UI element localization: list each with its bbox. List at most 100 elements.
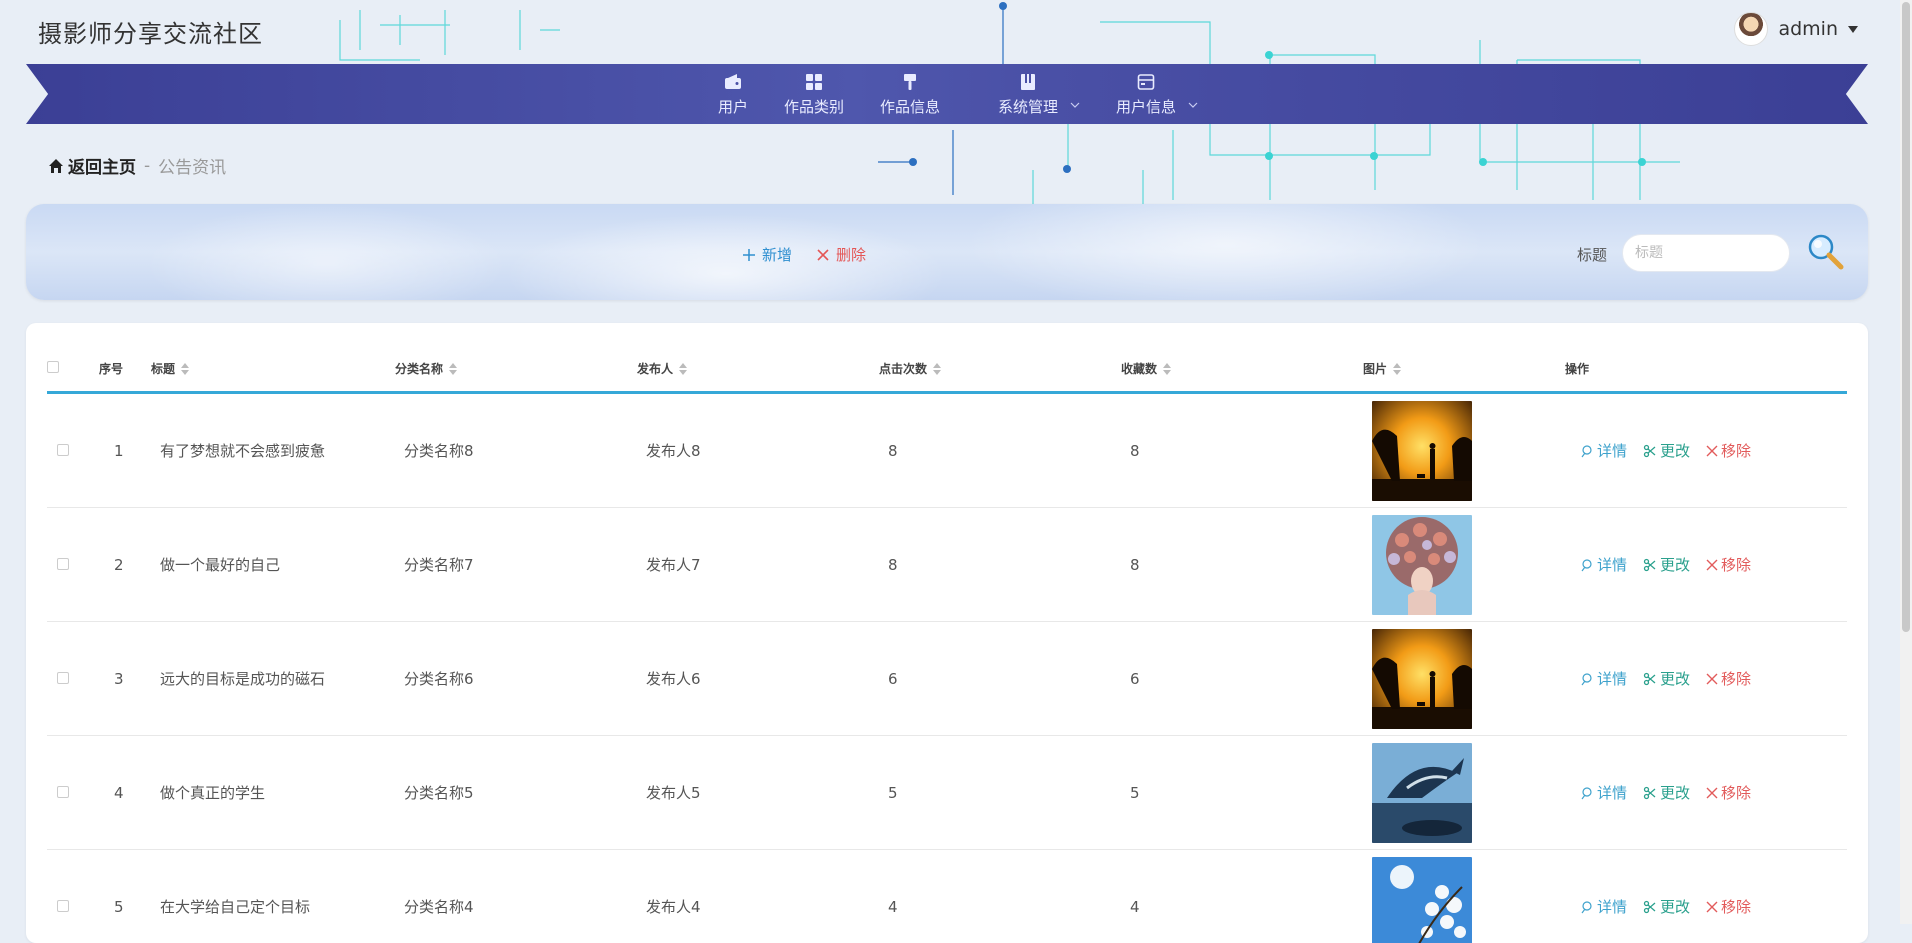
user-menu[interactable]: admin: [1734, 12, 1858, 46]
nav-item-work-categories[interactable]: 作品类别: [770, 64, 858, 124]
sort-icon[interactable]: [679, 363, 687, 375]
remove-button[interactable]: 移除: [1706, 782, 1751, 803]
breadcrumb-home-label: 返回主页: [68, 153, 136, 178]
cell-actions: 详情 更改 移除: [1564, 736, 1847, 850]
user-name[interactable]: admin: [1778, 18, 1838, 40]
row-checkbox[interactable]: [57, 900, 69, 912]
column-header-publisher[interactable]: 发布人: [636, 345, 878, 393]
cell-title: 有了梦想就不会感到疲惫: [150, 393, 394, 508]
column-header-clicks[interactable]: 点击次数: [878, 345, 1120, 393]
column-header-title[interactable]: 标题: [150, 345, 394, 393]
detail-button[interactable]: 详情: [1580, 668, 1627, 689]
edit-button[interactable]: 更改: [1643, 554, 1690, 575]
remove-button[interactable]: 移除: [1706, 668, 1751, 689]
cell-clicks: 5: [878, 736, 1120, 850]
thumbnail-image[interactable]: [1372, 857, 1472, 943]
detail-icon: [1580, 900, 1594, 914]
cell-title: 远大的目标是成功的磁石: [150, 622, 394, 736]
nav-item-work-info[interactable]: 作品信息: [866, 64, 954, 124]
nav-item-system-management[interactable]: 系统管理: [984, 64, 1072, 124]
edit-button[interactable]: 更改: [1643, 668, 1690, 689]
data-table-card: 序号 标题 分类名称 发布人 点击次数 收藏数 图片 操作 1 有了梦想就不会感…: [26, 323, 1868, 943]
edit-button-label: 更改: [1660, 668, 1690, 689]
cell-category: 分类名称5: [394, 736, 636, 850]
detail-icon: [1580, 672, 1594, 686]
cell-favorites: 4: [1120, 850, 1362, 943]
search-icon[interactable]: [1806, 232, 1846, 272]
sort-icon[interactable]: [1163, 363, 1171, 375]
column-header-favorites[interactable]: 收藏数: [1120, 345, 1362, 393]
column-header-image[interactable]: 图片: [1362, 345, 1564, 393]
detail-button[interactable]: 详情: [1580, 440, 1627, 461]
close-icon: [1706, 445, 1718, 457]
cell-publisher: 发布人4: [636, 850, 878, 943]
select-all-checkbox-cell: [47, 345, 98, 393]
detail-button-label: 详情: [1597, 896, 1627, 917]
cell-actions: 详情 更改 移除: [1564, 508, 1847, 622]
column-header-category[interactable]: 分类名称: [394, 345, 636, 393]
edit-button[interactable]: 更改: [1643, 782, 1690, 803]
home-icon: [48, 158, 64, 174]
detail-button-label: 详情: [1597, 554, 1627, 575]
cell-category: 分类名称8: [394, 393, 636, 508]
cell-publisher: 发布人7: [636, 508, 878, 622]
cell-clicks: 6: [878, 622, 1120, 736]
row-checkbox[interactable]: [57, 558, 69, 570]
remove-button[interactable]: 移除: [1706, 554, 1751, 575]
edit-button-label: 更改: [1660, 896, 1690, 917]
thumbnail-image[interactable]: [1372, 515, 1472, 615]
column-header-actions: 操作: [1564, 345, 1847, 393]
select-all-checkbox[interactable]: [47, 361, 59, 373]
detail-icon: [1580, 786, 1594, 800]
cell-title: 在大学给自己定个目标: [150, 850, 394, 943]
cell-index: 2: [98, 508, 150, 622]
cell-index: 3: [98, 622, 150, 736]
thumbnail-image[interactable]: [1372, 743, 1472, 843]
table-body: 1 有了梦想就不会感到疲惫 分类名称8 发布人8 8 8 详情 更改 移除: [47, 393, 1847, 943]
breadcrumb-home-link[interactable]: 返回主页: [48, 153, 136, 178]
sort-icon[interactable]: [1393, 363, 1401, 375]
sort-icon[interactable]: [181, 363, 189, 375]
search-label: 标题: [1577, 244, 1607, 265]
close-icon: [1706, 673, 1718, 685]
scrollbar-thumb[interactable]: [1902, 2, 1910, 632]
chevron-down-icon: [1070, 100, 1080, 110]
book-icon: [1018, 72, 1038, 92]
column-header-label: 收藏数: [1121, 362, 1157, 376]
add-button-label: 新增: [762, 244, 792, 265]
nav-item-user-info[interactable]: 用户信息: [1102, 64, 1190, 124]
remove-button[interactable]: 移除: [1706, 896, 1751, 917]
scrollbar[interactable]: [1900, 0, 1912, 924]
row-checkbox[interactable]: [57, 786, 69, 798]
cell-favorites: 6: [1120, 622, 1362, 736]
nav-label: 作品类别: [784, 96, 844, 117]
thumbnail-image[interactable]: [1372, 401, 1472, 501]
thumbnail-image[interactable]: [1372, 629, 1472, 729]
cell-publisher: 发布人5: [636, 736, 878, 850]
edit-button[interactable]: 更改: [1643, 440, 1690, 461]
remove-button-label: 移除: [1721, 668, 1751, 689]
detail-icon: [1580, 444, 1594, 458]
row-checkbox[interactable]: [57, 672, 69, 684]
remove-button[interactable]: 移除: [1706, 440, 1751, 461]
caret-down-icon[interactable]: [1848, 26, 1858, 33]
cell-category: 分类名称4: [394, 850, 636, 943]
nav-label: 用户: [718, 96, 748, 117]
detail-button[interactable]: 详情: [1580, 896, 1627, 917]
edit-button[interactable]: 更改: [1643, 896, 1690, 917]
scissors-icon: [1643, 672, 1657, 686]
delete-button[interactable]: 删除: [816, 244, 866, 265]
sort-icon[interactable]: [933, 363, 941, 375]
detail-button[interactable]: 详情: [1580, 554, 1627, 575]
row-checkbox[interactable]: [57, 444, 69, 456]
add-button[interactable]: 新增: [742, 244, 792, 265]
detail-button-label: 详情: [1597, 782, 1627, 803]
sort-icon[interactable]: [449, 363, 457, 375]
table-row: 1 有了梦想就不会感到疲惫 分类名称8 发布人8 8 8 详情 更改 移除: [47, 393, 1847, 508]
nav-item-users[interactable]: 用户: [704, 64, 762, 124]
search-input[interactable]: [1622, 234, 1790, 272]
column-header-label: 操作: [1565, 362, 1589, 376]
detail-button[interactable]: 详情: [1580, 782, 1627, 803]
avatar[interactable]: [1734, 12, 1768, 46]
detail-icon: [1580, 558, 1594, 572]
